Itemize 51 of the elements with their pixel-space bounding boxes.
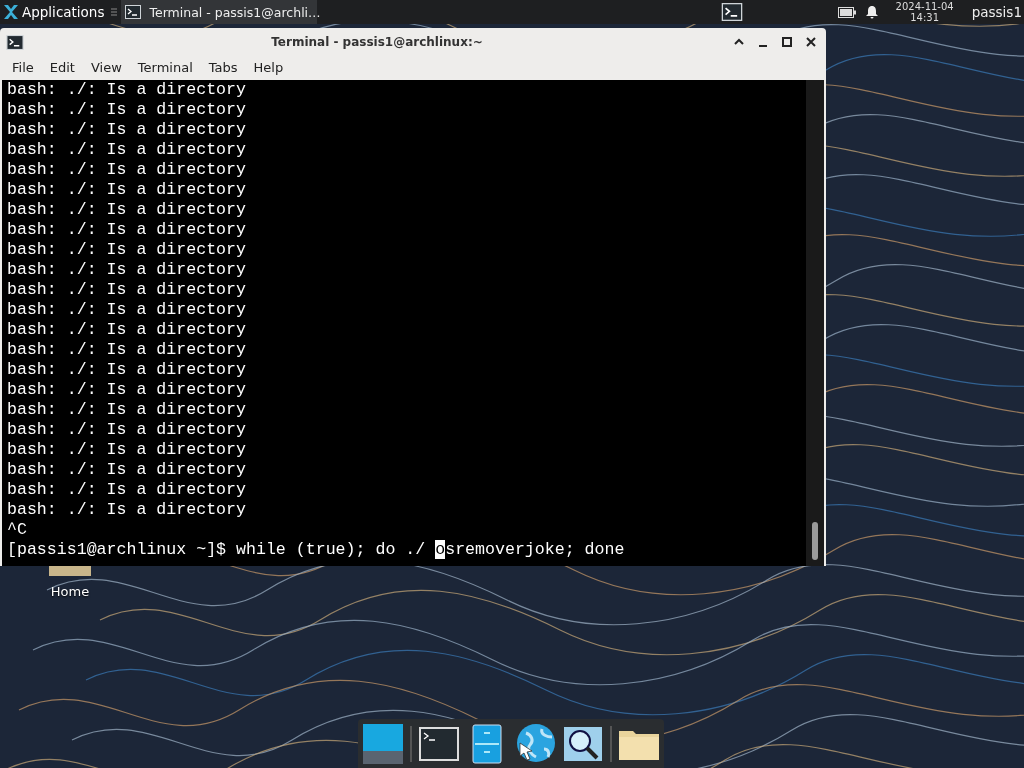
terminal-icon (125, 5, 142, 19)
menu-item[interactable]: View (82, 59, 130, 75)
menu-item[interactable]: Terminal (129, 59, 201, 75)
terminal-output-line: bash: ./: Is a directory (7, 100, 246, 120)
battery-icon[interactable] (837, 6, 856, 18)
user-name[interactable]: passis1 (971, 4, 1022, 20)
terminal-output-line: bash: ./: Is a directory (7, 220, 246, 240)
terminal-output-line: bash: ./: Is a directory (7, 440, 246, 460)
clock-date: 2024-11-04 (895, 1, 954, 12)
terminal-output-line: bash: ./: Is a directory (7, 240, 246, 260)
terminal-output-line: bash: ./: Is a directory (7, 260, 246, 280)
logo-icon (3, 4, 19, 20)
terminal-output-line: bash: ./: Is a directory (7, 120, 246, 140)
minimize-icon (759, 45, 767, 47)
command-line[interactable]: [passis1@archlinux ~]$ while (true); do ./ osremoverjoke; done (7, 540, 625, 560)
terminal-output-line: bash: ./: Is a directory (7, 320, 246, 340)
terminal-output-line: bash: ./: Is a directory (7, 200, 246, 220)
menu-item[interactable]: Help (245, 59, 292, 75)
terminal-icon (720, 3, 743, 21)
maximize-icon (782, 37, 792, 47)
terminal-output-line: bash: ./: Is a directory (7, 280, 246, 300)
terminal-output-line: bash: ./: Is a directory (7, 460, 246, 480)
terminal-output-line: bash: ./: Is a directory (7, 160, 246, 180)
applications-menu[interactable]: Applications (0, 0, 108, 24)
terminal-output-line: bash: ./: Is a directory (7, 360, 246, 380)
show-desktop-button[interactable] (362, 722, 404, 765)
window-title: Terminal - passis1@archlinux:~ (270, 35, 484, 49)
caret-up-icon (734, 38, 744, 46)
terminal-output-line: ^C (7, 520, 27, 540)
terminal-output-line: bash: ./: Is a directory (7, 300, 246, 320)
terminal-output-line: bash: ./: Is a directory (7, 480, 246, 500)
folder-icon[interactable] (47, 566, 93, 578)
globe-dock-button[interactable] (514, 722, 556, 765)
terminal-output-line: bash: ./: Is a directory (7, 140, 246, 160)
bell-icon[interactable] (865, 5, 878, 19)
terminal-icon (6, 34, 24, 50)
terminal-output-line: bash: ./: Is a directory (7, 400, 246, 420)
menu-item[interactable]: File (4, 59, 42, 75)
close-icon (806, 37, 816, 47)
clock-time: 14:31 (910, 12, 940, 23)
terminal-output-line: bash: ./: Is a directory (7, 80, 246, 100)
menu-item[interactable]: Edit (41, 59, 83, 75)
terminal-output-line: bash: ./: Is a directory (7, 340, 246, 360)
terminal-output-line: bash: ./: Is a directory (7, 500, 246, 520)
menu-item[interactable]: Tabs (200, 59, 246, 75)
terminal-output-line: bash: ./: Is a directory (7, 380, 246, 400)
terminal-output-line: bash: ./: Is a directory (7, 420, 246, 440)
desktop-icon-label[interactable]: Home (50, 584, 90, 599)
taskbar-window-button[interactable]: Terminal - passis1@archli… (121, 0, 318, 24)
drag-handle-icon[interactable] (111, 7, 118, 17)
terminal-output-line: bash: ./: Is a directory (7, 180, 246, 200)
